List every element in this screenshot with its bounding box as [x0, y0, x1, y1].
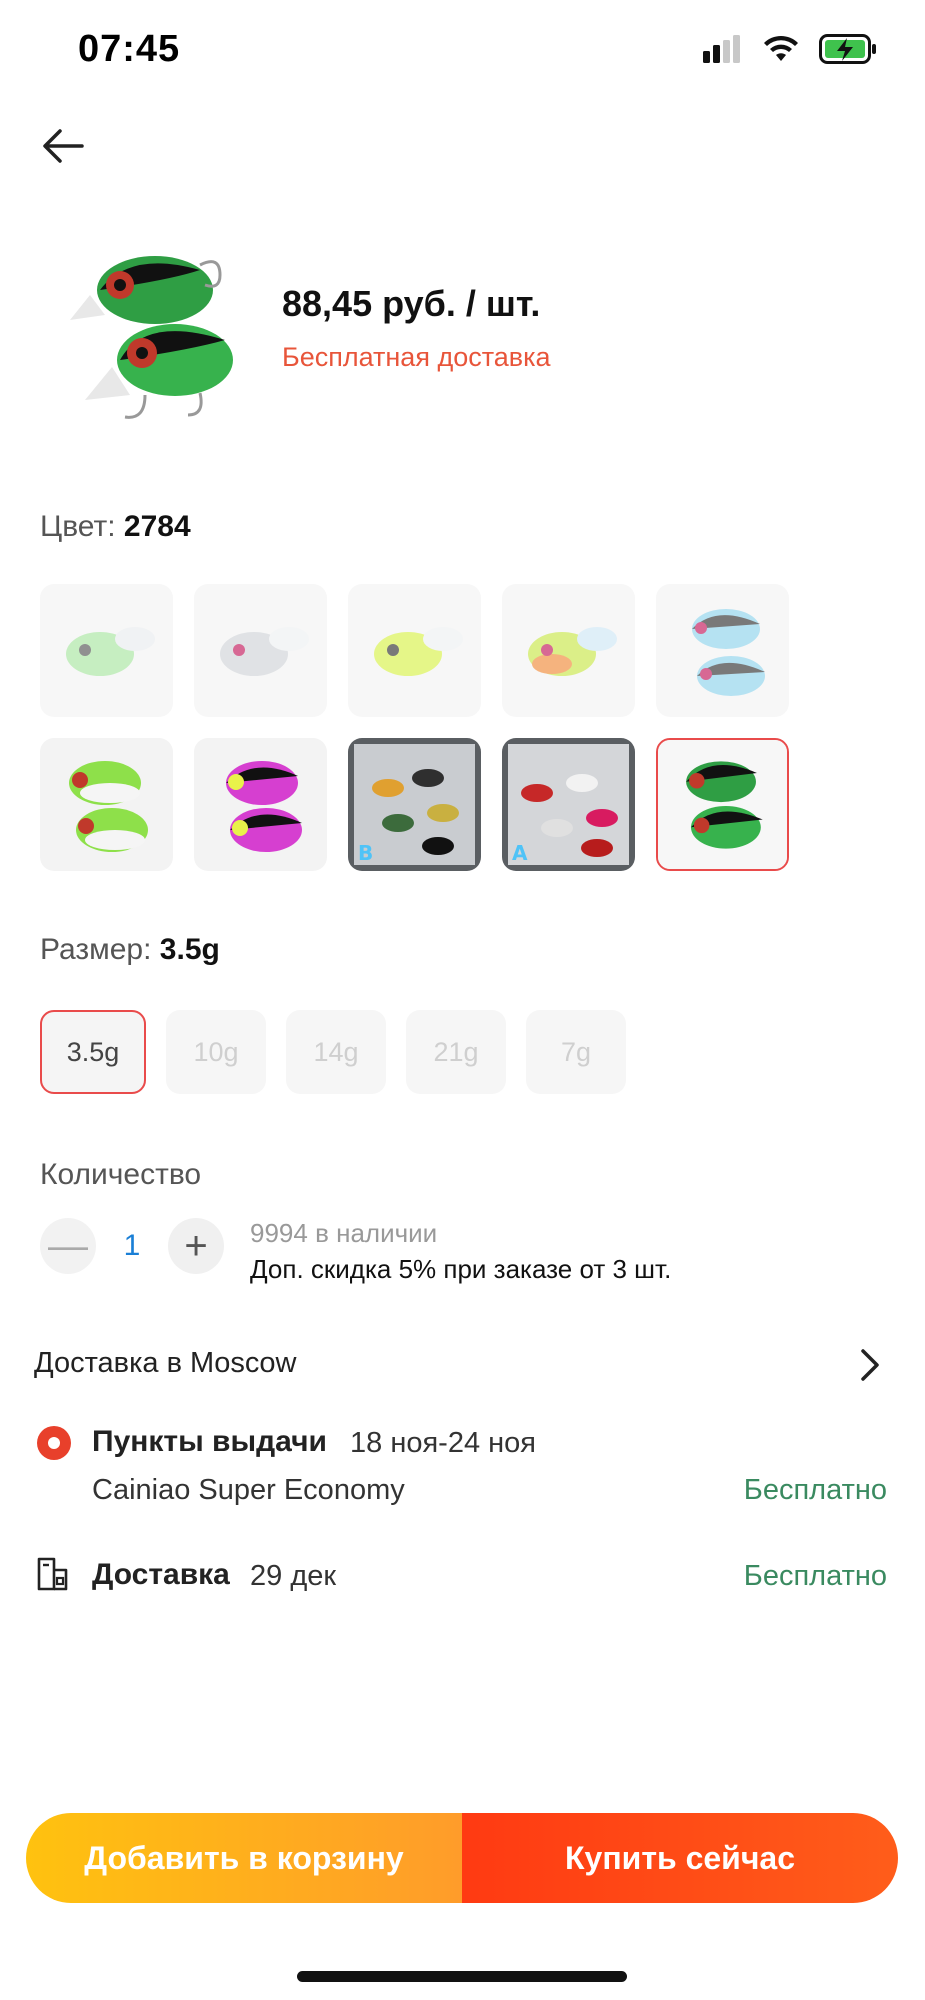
size-label: Размер: [40, 933, 152, 966]
size-option-3-5g[interactable]: 3.5g [40, 1010, 146, 1094]
buy-now-button[interactable]: Купить сейчас [462, 1813, 898, 1903]
free-shipping-label: Бесплатная доставка [282, 342, 551, 372]
bulk-discount-note: Доп. скидка 5% при заказе от 3 шт. [250, 1254, 672, 1284]
color-swatch-blue-lures[interactable] [656, 584, 789, 717]
color-swatch-pink-lures[interactable] [194, 738, 327, 871]
quantity-label: Количество [40, 1158, 202, 1191]
status-icons [703, 34, 877, 64]
color-selected-value: 2784 [123, 510, 191, 543]
color-swatch-set-b[interactable]: B [348, 738, 481, 871]
quantity-plus-button[interactable]: + [168, 1218, 224, 1274]
pickup-carrier: Cainiao Super Economy [92, 1474, 405, 1506]
product-image [50, 235, 260, 435]
quantity-value[interactable]: 1 [96, 1229, 168, 1263]
courier-delivery-icon [37, 1557, 68, 1591]
product-price: 88,45 руб. / шт. [282, 283, 541, 324]
color-swatch-grid: B A [40, 584, 800, 871]
color-swatch-green-lure[interactable] [40, 584, 173, 717]
courier-title: Доставка [92, 1558, 230, 1591]
size-label-row: Размер: 3.5g [40, 933, 220, 967]
courier-date: 29 дек [250, 1560, 337, 1592]
pickup-title: Пункты выдачи [92, 1425, 327, 1458]
color-label: Цвет: [40, 510, 116, 543]
color-swatch-yellow-orange-lure[interactable] [502, 584, 635, 717]
chevron-right-icon[interactable] [853, 1345, 885, 1385]
delivery-destination[interactable]: Доставка в Moscow [34, 1347, 296, 1380]
size-option-10g[interactable]: 10g [166, 1010, 266, 1094]
color-swatch-silver-lure[interactable] [194, 584, 327, 717]
purchase-actions: Добавить в корзину Купить сейчас [26, 1813, 898, 1903]
status-time: 07:45 [78, 28, 181, 70]
add-to-cart-button[interactable]: Добавить в корзину [26, 1813, 462, 1903]
quantity-minus-button[interactable]: — [40, 1218, 96, 1274]
size-option-14g[interactable]: 14g [286, 1010, 386, 1094]
size-selected-value: 3.5g [159, 933, 220, 966]
wifi-icon [764, 35, 798, 61]
back-arrow-icon[interactable] [38, 120, 90, 172]
size-options: 3.5g 10g 14g 21g 7g [40, 1010, 626, 1094]
size-option-21g[interactable]: 21g [406, 1010, 506, 1094]
stock-count: 9994 в наличии [250, 1218, 438, 1248]
svg-text:A: A [512, 841, 528, 865]
quantity-stepper: — 1 + [40, 1218, 224, 1274]
color-label-row: Цвет: 2784 [40, 510, 191, 544]
pickup-radio-selected[interactable] [37, 1426, 71, 1460]
color-swatch-black-green-lures[interactable] [656, 738, 789, 871]
cellular-signal-icon [703, 35, 740, 63]
size-option-7g[interactable]: 7g [526, 1010, 626, 1094]
courier-price: Бесплатно [743, 1560, 887, 1592]
pickup-price: Бесплатно [743, 1474, 887, 1506]
battery-charging-icon [819, 34, 876, 64]
color-swatch-green-white-lures[interactable] [40, 738, 173, 871]
pickup-date: 18 ноя-24 ноя [350, 1427, 536, 1459]
home-indicator[interactable] [297, 1971, 627, 1982]
color-swatch-set-a[interactable]: A [502, 738, 635, 871]
svg-text:B: B [358, 841, 373, 865]
color-swatch-yellow-lure[interactable] [348, 584, 481, 717]
